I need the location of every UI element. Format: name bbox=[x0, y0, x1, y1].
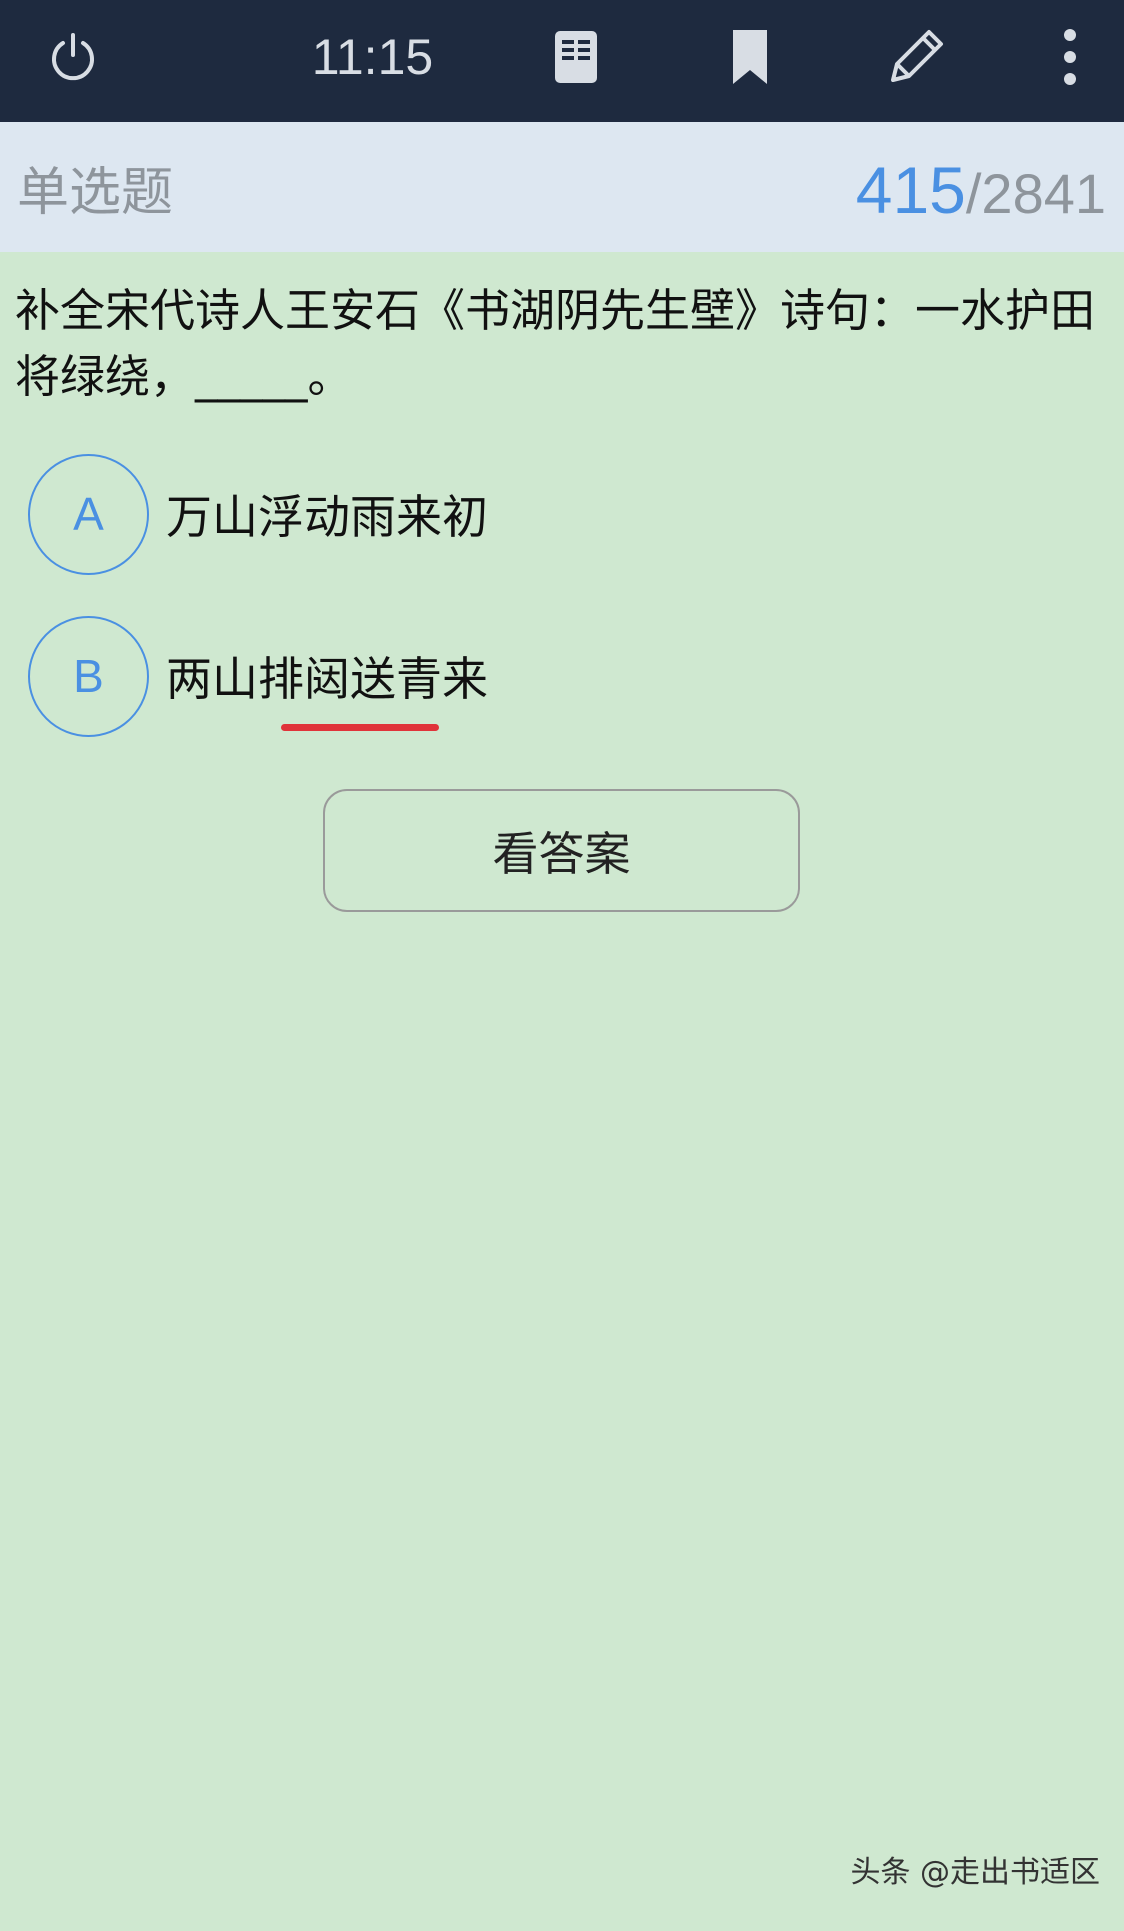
option-b-text: 两山排闼送青来 bbox=[166, 652, 488, 706]
more-vertical-icon[interactable] bbox=[1052, 0, 1088, 114]
clock: 11:15 bbox=[311, 29, 434, 85]
counter-separator: / bbox=[965, 162, 982, 225]
option-a-letter[interactable]: A bbox=[28, 453, 149, 575]
red-underline-annotation bbox=[281, 724, 439, 731]
power-icon[interactable] bbox=[36, 0, 110, 114]
bookmark-icon[interactable] bbox=[722, 0, 778, 114]
question-counter: 415/2841 bbox=[856, 152, 1106, 228]
watermark: 头条 @走出书适区 bbox=[850, 1855, 1100, 1890]
question-type-label: 单选题 bbox=[17, 163, 174, 223]
option-a[interactable]: A 万山浮动雨来初 bbox=[28, 450, 928, 578]
pencil-icon[interactable] bbox=[878, 0, 954, 114]
option-a-text: 万山浮动雨来初 bbox=[166, 490, 488, 544]
question-text: 补全宋代诗人王安石《书湖阴先生壁》诗句：一水护田将绿绕，_____。 bbox=[15, 284, 1096, 403]
show-answer-button[interactable]: 看答案 bbox=[323, 789, 800, 912]
book-icon[interactable] bbox=[546, 0, 606, 114]
current-question-number: 415 bbox=[855, 153, 966, 227]
question-header: 单选题 415/2841 bbox=[0, 122, 1124, 252]
option-b[interactable]: B 两山排闼送青来 bbox=[28, 612, 928, 740]
top-toolbar: 11:15 bbox=[0, 0, 1124, 122]
total-question-count: 2841 bbox=[981, 162, 1106, 225]
option-b-letter[interactable]: B bbox=[28, 615, 149, 737]
